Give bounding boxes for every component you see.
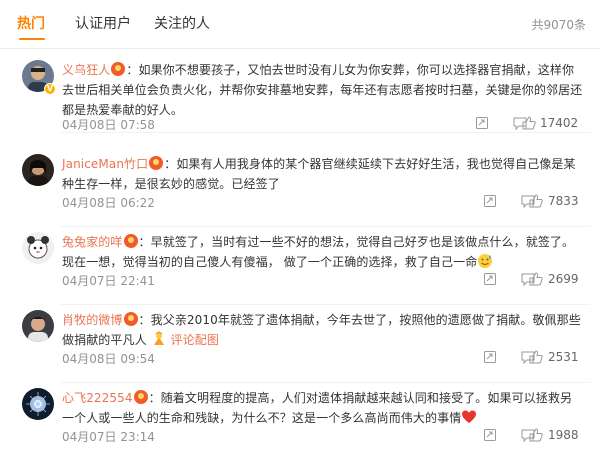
comment-body: ：如果你不想要孩子，又怕去世时没有儿女为你安葬，你可以选择器官捐献，这样你去世后…: [62, 63, 583, 117]
like-count: 1988: [548, 428, 579, 442]
tab-verified-users[interactable]: 认证用户: [75, 15, 131, 33]
comment-body: ：我父亲2010年就签了遗体捐献，今年去世了，按照他的遗愿做了捐献。敬佩那些做捐…: [62, 313, 581, 347]
comment-total-count: 共9070条: [531, 18, 586, 32]
share-icon[interactable]: [482, 349, 498, 369]
share-icon[interactable]: [482, 427, 498, 447]
share-icon[interactable]: [482, 271, 498, 291]
comment-time: 04月08日 06:22: [62, 196, 155, 210]
like-icon[interactable]: [528, 271, 544, 291]
username[interactable]: 兔兔家的咩: [62, 235, 123, 249]
like-count: 7833: [548, 194, 579, 208]
heart-emoji-icon: [461, 409, 477, 431]
like-count: 2531: [548, 350, 579, 364]
avatar[interactable]: [22, 388, 54, 420]
comment-time: 04月08日 09:54: [62, 352, 155, 366]
verified-badge-icon: V: [44, 83, 56, 95]
tab-hot[interactable]: 热门: [17, 15, 45, 33]
comment-text: 心飞222554 ：随着文明程度的提高，人们对遗体捐献越来越认同和接受了。如果可以…: [62, 388, 584, 431]
tab-active-underline: [19, 38, 45, 40]
like-icon[interactable]: [528, 427, 544, 447]
like-count: 17402: [540, 116, 579, 130]
comment-text: 肖牧的微博 ：我父亲2010年就签了遗体捐献，今年去世了，按照他的遗愿做了捐献。敬…: [62, 310, 584, 353]
row-divider: [60, 132, 590, 133]
avatar[interactable]: [22, 310, 54, 342]
comment-time: 04月08日 07:58: [62, 118, 155, 132]
comment-item: JaniceMan竹口 ：如果有人用我身体的某个器官继续延续下去好好生活，我也觉得…: [0, 143, 600, 227]
tab-following[interactable]: 关注的人: [154, 15, 210, 33]
comment-body: ：早就签了，当时有过一些不好的想法，觉得自己好歹也是该做点什么，就签了。现在一想…: [62, 235, 575, 269]
comment-item: V 义乌狂人 ：如果你不想要孩子，又怕去世时没有儿女为你安葬，你可以选择器官捐献，…: [0, 49, 600, 133]
medal-icon: [123, 234, 138, 248]
comment-time: 04月07日 23:14: [62, 430, 155, 444]
avatar[interactable]: [22, 232, 54, 264]
like-icon[interactable]: [528, 193, 544, 213]
medal-icon: [133, 390, 148, 404]
comment-text: 兔兔家的咩 ：早就签了，当时有过一些不好的想法，觉得自己好歹也是该做点什么，就签了…: [62, 232, 584, 275]
comment-item: 肖牧的微博 ：我父亲2010年就签了遗体捐献，今年去世了，按照他的遗愿做了捐献。敬…: [0, 299, 600, 383]
comment-item: 心飞222554 ：随着文明程度的提高，人们对遗体捐献越来越认同和接受了。如果可以…: [0, 377, 600, 452]
avatar[interactable]: [22, 154, 54, 186]
like-count: 2699: [548, 272, 579, 286]
share-icon[interactable]: [482, 193, 498, 213]
comment-item: 兔兔家的咩 ：早就签了，当时有过一些不好的想法，觉得自己好歹也是该做点什么，就签了…: [0, 221, 600, 305]
medal-icon: [123, 312, 138, 326]
username[interactable]: 肖牧的微博: [62, 313, 123, 327]
username[interactable]: JaniceMan竹口: [62, 157, 148, 171]
comment-text: 义乌狂人 ：如果你不想要孩子，又怕去世时没有儿女为你安葬，你可以选择器官捐献，这样…: [62, 60, 584, 120]
medal-icon: [111, 62, 126, 76]
comment-time: 04月07日 22:41: [62, 274, 155, 288]
medal-icon: [149, 156, 164, 170]
username[interactable]: 义乌狂人: [62, 63, 110, 77]
username[interactable]: 心飞222554: [62, 391, 133, 405]
comment-text: JaniceMan竹口 ：如果有人用我身体的某个器官继续延续下去好好生活，我也觉得…: [62, 154, 584, 194]
like-icon[interactable]: [528, 349, 544, 369]
comment-image-link[interactable]: 评论配图: [171, 333, 219, 347]
comment-tabs: 热门 认证用户 关注的人 共9070条: [0, 0, 600, 48]
